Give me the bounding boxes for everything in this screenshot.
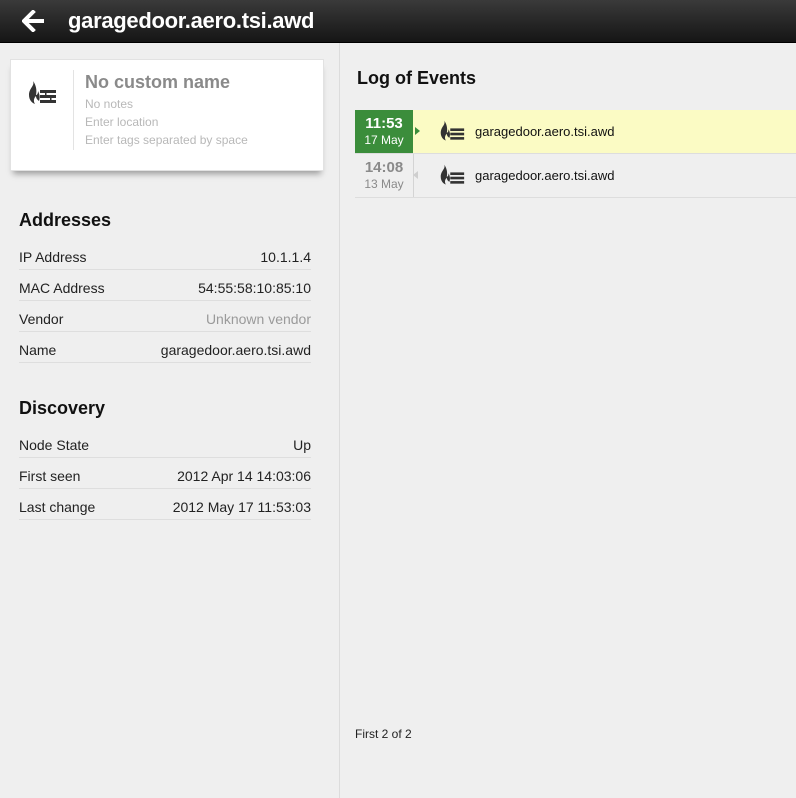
page-title: garagedoor.aero.tsi.awd [68, 8, 315, 33]
row-label: MAC Address [19, 280, 105, 296]
discovery-row-state: Node State Up [19, 433, 311, 458]
row-label: IP Address [19, 249, 87, 265]
discovery-row-first-seen: First seen 2012 Apr 14 14:03:06 [19, 464, 311, 489]
event-text: garagedoor.aero.tsi.awd [475, 124, 615, 139]
firewall-icon [440, 120, 465, 141]
node-card: No custom name No notes Enter location E… [10, 59, 324, 171]
event-timestamp: 11:53 17 May [355, 110, 413, 153]
tags-field[interactable]: Enter tags separated by space [85, 133, 248, 147]
node-details-panel: No custom name No notes Enter location E… [0, 43, 340, 798]
row-value: 2012 Apr 14 14:03:06 [177, 468, 311, 484]
event-pointer-icon [413, 171, 418, 179]
event-timestamp: 14:08 13 May [355, 154, 414, 197]
arrow-left-icon [22, 10, 44, 32]
event-pointer-icon [415, 127, 420, 135]
addresses-heading: Addresses [19, 210, 112, 230]
row-value: 10.1.1.4 [260, 249, 311, 265]
event-row[interactable]: 11:53 17 May garagedoor.aero.tsi.awd [355, 110, 796, 154]
row-value: garagedoor.aero.tsi.awd [160, 342, 311, 358]
row-value: Unknown vendor [205, 311, 311, 327]
address-row-vendor: Vendor Unknown vendor [19, 307, 311, 332]
row-label: Name [19, 342, 57, 358]
pager-label: First 2 of 2 [355, 727, 412, 741]
row-label: Vendor [19, 311, 64, 327]
row-label: Last change [19, 499, 96, 515]
row-value: 54:55:58:10:85:10 [198, 280, 311, 296]
address-row-mac: MAC Address 54:55:58:10:85:10 [19, 276, 311, 301]
event-log-panel: Log of Events 11:53 17 May garagedoor.ae… [340, 43, 796, 798]
row-value: 2012 May 17 11:53:03 [172, 499, 311, 515]
address-row-ip: IP Address 10.1.1.4 [19, 245, 311, 270]
back-button[interactable] [18, 7, 50, 35]
log-heading: Log of Events [357, 68, 477, 88]
row-value: Up [293, 437, 311, 453]
row-label: First seen [19, 468, 81, 484]
top-bar: garagedoor.aero.tsi.awd [0, 0, 796, 43]
event-date: 13 May [364, 177, 404, 191]
discovery-heading: Discovery [19, 398, 106, 418]
event-time: 11:53 [365, 115, 403, 132]
event-time: 14:08 [364, 159, 404, 176]
address-row-name: Name garagedoor.aero.tsi.awd [19, 338, 311, 363]
discovery-row-last-change: Last change 2012 May 17 11:53:03 [19, 495, 311, 520]
card-divider [73, 70, 74, 150]
custom-name-field[interactable]: No custom name [85, 72, 230, 93]
notes-field[interactable]: No notes [85, 97, 133, 111]
location-field[interactable]: Enter location [85, 115, 158, 129]
row-label: Node State [19, 437, 90, 453]
event-row[interactable]: 14:08 13 May garagedoor.aero.tsi.awd [355, 154, 796, 198]
event-text: garagedoor.aero.tsi.awd [475, 168, 615, 183]
firewall-icon [440, 164, 465, 185]
firewall-icon [25, 78, 59, 108]
event-date: 17 May [364, 133, 404, 147]
